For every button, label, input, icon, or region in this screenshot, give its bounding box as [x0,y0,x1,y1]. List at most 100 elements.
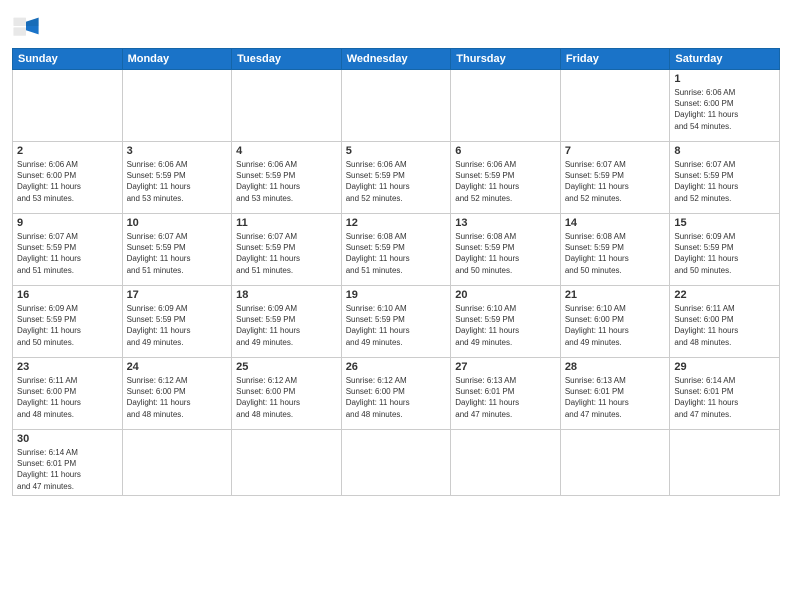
day-info: Sunrise: 6:12 AM Sunset: 6:00 PM Dayligh… [236,375,337,420]
calendar-cell [451,430,561,496]
day-number: 2 [17,145,118,157]
day-info: Sunrise: 6:06 AM Sunset: 5:59 PM Dayligh… [127,159,228,204]
calendar-cell: 14 Sunrise: 6:08 AM Sunset: 5:59 PM Dayli… [560,214,670,286]
logo [12,12,44,40]
day-number: 13 [455,217,556,229]
week-row-1: 1 Sunrise: 6:06 AM Sunset: 6:00 PM Daylig… [13,70,780,142]
calendar-cell: 26 Sunrise: 6:12 AM Sunset: 6:00 PM Dayli… [341,358,451,430]
day-number: 8 [674,145,775,157]
day-info: Sunrise: 6:07 AM Sunset: 5:59 PM Dayligh… [565,159,666,204]
day-info: Sunrise: 6:11 AM Sunset: 6:00 PM Dayligh… [17,375,118,420]
day-info: Sunrise: 6:07 AM Sunset: 5:59 PM Dayligh… [674,159,775,204]
day-number: 19 [346,289,447,301]
weekday-header-wednesday: Wednesday [341,49,451,70]
day-info: Sunrise: 6:06 AM Sunset: 5:59 PM Dayligh… [236,159,337,204]
day-number: 14 [565,217,666,229]
day-number: 11 [236,217,337,229]
page: SundayMondayTuesdayWednesdayThursdayFrid… [0,0,792,612]
calendar-cell: 5 Sunrise: 6:06 AM Sunset: 5:59 PM Daylig… [341,142,451,214]
calendar-cell: 11Sunrise: 6:07 AM Sunset: 5:59 PM Dayli… [232,214,342,286]
day-info: Sunrise: 6:14 AM Sunset: 6:01 PM Dayligh… [674,375,775,420]
weekday-header-monday: Monday [122,49,232,70]
day-number: 26 [346,361,447,373]
day-number: 25 [236,361,337,373]
weekday-header-sunday: Sunday [13,49,123,70]
day-info: Sunrise: 6:06 AM Sunset: 5:59 PM Dayligh… [346,159,447,204]
calendar-cell [560,430,670,496]
day-info: Sunrise: 6:08 AM Sunset: 5:59 PM Dayligh… [565,231,666,276]
day-info: Sunrise: 6:12 AM Sunset: 6:00 PM Dayligh… [346,375,447,420]
day-info: Sunrise: 6:06 AM Sunset: 6:00 PM Dayligh… [674,87,775,132]
day-number: 21 [565,289,666,301]
week-row-3: 9Sunrise: 6:07 AM Sunset: 5:59 PM Daylig… [13,214,780,286]
day-info: Sunrise: 6:06 AM Sunset: 6:00 PM Dayligh… [17,159,118,204]
day-number: 30 [17,433,118,445]
weekday-header-saturday: Saturday [670,49,780,70]
calendar-cell: 29 Sunrise: 6:14 AM Sunset: 6:01 PM Dayli… [670,358,780,430]
day-info: Sunrise: 6:09 AM Sunset: 5:59 PM Dayligh… [17,303,118,348]
calendar-cell: 27Sunrise: 6:13 AM Sunset: 6:01 PM Dayli… [451,358,561,430]
day-info: Sunrise: 6:13 AM Sunset: 6:01 PM Dayligh… [455,375,556,420]
weekday-header-thursday: Thursday [451,49,561,70]
calendar-cell: 21 Sunrise: 6:10 AM Sunset: 6:00 PM Dayli… [560,286,670,358]
day-info: Sunrise: 6:12 AM Sunset: 6:00 PM Dayligh… [127,375,228,420]
calendar-cell: 13 Sunrise: 6:08 AM Sunset: 5:59 PM Dayli… [451,214,561,286]
day-number: 1 [674,73,775,85]
calendar-cell [670,430,780,496]
calendar-cell: 1 Sunrise: 6:06 AM Sunset: 6:00 PM Daylig… [670,70,780,142]
day-number: 5 [346,145,447,157]
calendar-cell: 15 Sunrise: 6:09 AM Sunset: 5:59 PM Dayli… [670,214,780,286]
day-info: Sunrise: 6:10 AM Sunset: 5:59 PM Dayligh… [346,303,447,348]
day-number: 15 [674,217,775,229]
week-row-5: 23 Sunrise: 6:11 AM Sunset: 6:00 PM Dayli… [13,358,780,430]
calendar-cell: 20Sunrise: 6:10 AM Sunset: 5:59 PM Dayli… [451,286,561,358]
day-number: 10 [127,217,228,229]
calendar-cell: 4 Sunrise: 6:06 AM Sunset: 5:59 PM Daylig… [232,142,342,214]
calendar-cell: 28Sunrise: 6:13 AM Sunset: 6:01 PM Dayli… [560,358,670,430]
calendar-cell: 22Sunrise: 6:11 AM Sunset: 6:00 PM Dayli… [670,286,780,358]
day-number: 3 [127,145,228,157]
day-info: Sunrise: 6:08 AM Sunset: 5:59 PM Dayligh… [455,231,556,276]
calendar-cell: 23 Sunrise: 6:11 AM Sunset: 6:00 PM Dayli… [13,358,123,430]
calendar-cell [232,430,342,496]
calendar-cell [13,70,123,142]
calendar-cell: 24Sunrise: 6:12 AM Sunset: 6:00 PM Dayli… [122,358,232,430]
calendar-cell [560,70,670,142]
day-number: 17 [127,289,228,301]
week-row-2: 2 Sunrise: 6:06 AM Sunset: 6:00 PM Daylig… [13,142,780,214]
day-number: 28 [565,361,666,373]
week-row-4: 16Sunrise: 6:09 AM Sunset: 5:59 PM Dayli… [13,286,780,358]
week-row-6: 30Sunrise: 6:14 AM Sunset: 6:01 PM Dayli… [13,430,780,496]
day-number: 7 [565,145,666,157]
general-blue-logo-icon [12,12,40,40]
day-info: Sunrise: 6:10 AM Sunset: 6:00 PM Dayligh… [565,303,666,348]
calendar-cell: 10 Sunrise: 6:07 AM Sunset: 5:59 PM Dayli… [122,214,232,286]
day-number: 6 [455,145,556,157]
calendar-cell: 16Sunrise: 6:09 AM Sunset: 5:59 PM Dayli… [13,286,123,358]
day-info: Sunrise: 6:07 AM Sunset: 5:59 PM Dayligh… [17,231,118,276]
calendar-cell: 19 Sunrise: 6:10 AM Sunset: 5:59 PM Dayli… [341,286,451,358]
day-number: 4 [236,145,337,157]
calendar-cell [122,70,232,142]
calendar-cell: 18Sunrise: 6:09 AM Sunset: 5:59 PM Dayli… [232,286,342,358]
day-info: Sunrise: 6:09 AM Sunset: 5:59 PM Dayligh… [674,231,775,276]
calendar-cell: 30Sunrise: 6:14 AM Sunset: 6:01 PM Dayli… [13,430,123,496]
day-number: 23 [17,361,118,373]
day-info: Sunrise: 6:08 AM Sunset: 5:59 PM Dayligh… [346,231,447,276]
calendar-cell: 9Sunrise: 6:07 AM Sunset: 5:59 PM Daylig… [13,214,123,286]
weekday-header-tuesday: Tuesday [232,49,342,70]
calendar-cell [341,430,451,496]
day-info: Sunrise: 6:06 AM Sunset: 5:59 PM Dayligh… [455,159,556,204]
day-info: Sunrise: 6:11 AM Sunset: 6:00 PM Dayligh… [674,303,775,348]
calendar-cell [232,70,342,142]
calendar-cell: 6 Sunrise: 6:06 AM Sunset: 5:59 PM Daylig… [451,142,561,214]
calendar-cell: 12Sunrise: 6:08 AM Sunset: 5:59 PM Dayli… [341,214,451,286]
day-number: 29 [674,361,775,373]
calendar-cell: 17Sunrise: 6:09 AM Sunset: 5:59 PM Dayli… [122,286,232,358]
calendar-cell [451,70,561,142]
calendar-cell: 3 Sunrise: 6:06 AM Sunset: 5:59 PM Daylig… [122,142,232,214]
day-info: Sunrise: 6:09 AM Sunset: 5:59 PM Dayligh… [236,303,337,348]
day-number: 20 [455,289,556,301]
calendar-cell [122,430,232,496]
day-info: Sunrise: 6:07 AM Sunset: 5:59 PM Dayligh… [127,231,228,276]
